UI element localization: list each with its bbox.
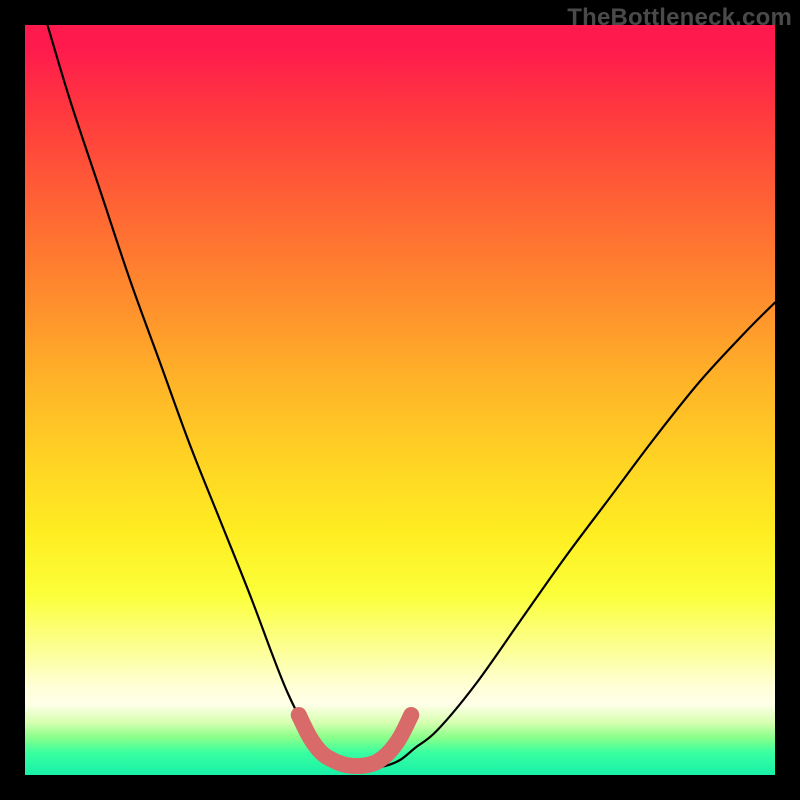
curve-layer: [25, 25, 775, 775]
watermark-text: TheBottleneck.com: [567, 4, 792, 32]
chart-frame: TheBottleneck.com: [0, 0, 800, 800]
bottleneck-curve: [48, 25, 776, 768]
plot-area: [25, 25, 775, 775]
bottleneck-highlight: [299, 715, 412, 766]
